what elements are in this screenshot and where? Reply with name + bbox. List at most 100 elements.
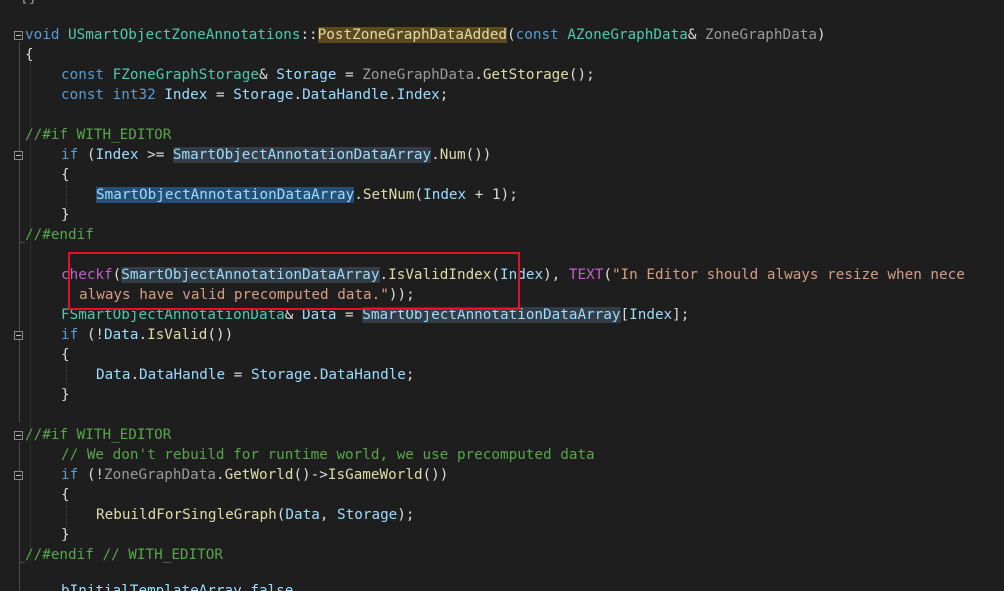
code-line-comment: //#if WITH_EDITOR [25, 127, 172, 143]
operator-token: >= [138, 147, 173, 163]
keyword-token: const [515, 27, 568, 43]
string-token: "In Editor should always resize when nec… [611, 267, 965, 283]
operator-token: = [336, 67, 363, 83]
code-line-function-signature: void USmartObjectZoneAnnotations::PostZo… [25, 25, 826, 45]
code-line-assign: Data.DataHandle = Storage.DataHandle; [96, 365, 415, 385]
collapse-region-icon[interactable] [14, 431, 23, 440]
code-line-if-gameworld: if (!ZoneGraphData.GetWorld()->IsGameWor… [61, 465, 448, 485]
operator-token: (); [568, 67, 595, 83]
operator-token: = [225, 367, 251, 383]
code-line-comment: //#if WITH_EDITOR [25, 427, 172, 443]
code-line-comment: // We don't rebuild for runtime world, w… [61, 447, 595, 463]
variable-token: Index [423, 187, 467, 203]
operator-token: ()) [465, 147, 492, 163]
function-call-token: IsValid [147, 327, 208, 343]
member-token: DataHandle [139, 367, 226, 383]
operator-token: . [354, 187, 363, 203]
code-line-brace: } [61, 387, 70, 403]
collapse-if-icon[interactable] [14, 471, 23, 480]
operator-token: (! [78, 327, 105, 343]
keyword-token: const [61, 67, 113, 83]
parameter-token: ZoneGraphData [705, 27, 817, 43]
operator-token: , [319, 507, 338, 523]
operator-token: ), [543, 267, 569, 283]
operator-token: ()-> [293, 467, 328, 483]
operator-token: (! [78, 467, 105, 483]
paren-token: ( [507, 27, 516, 43]
keyword-token: if [61, 147, 79, 163]
operator-token: & [687, 27, 706, 43]
code-line-comment: //#endif // WITH_EDITOR [25, 547, 223, 563]
class-name-token: USmartObjectZoneAnnotations [68, 27, 301, 43]
variable-token: Data [104, 327, 139, 343]
operator-token: & [258, 67, 277, 83]
variable-token: Data [285, 507, 320, 523]
variable-token: Data [96, 367, 131, 383]
function-call-token: RebuildForSingleGraph [96, 507, 277, 523]
paren-token: ) [816, 27, 826, 43]
code-line-brace: { [25, 47, 34, 63]
collapse-if-icon[interactable] [14, 151, 23, 160]
code-line-setnum: SmartObjectAnnotationDataArray.SetNum(In… [96, 185, 518, 205]
variable-token: Index [95, 147, 139, 163]
variable-token: Storage [337, 507, 398, 523]
keyword-token: const [61, 87, 113, 103]
parameter-token: ZoneGraphData [362, 67, 475, 83]
code-line-fragment: [} [20, 0, 37, 8]
code-line-if-num: if (Index >= SmartObjectAnnotationDataAr… [61, 145, 491, 165]
operator-token: ; [405, 367, 415, 383]
operator-token: . [138, 327, 148, 343]
variable-token: Storage [276, 67, 337, 83]
code-line-brace: { [61, 347, 70, 363]
collapse-function-icon[interactable] [14, 31, 23, 40]
type-token: AZoneGraphData [567, 27, 688, 43]
operator-token: + 1); [466, 187, 518, 203]
code-line-brace: } [61, 527, 70, 543]
operator-token: [ [620, 307, 630, 323]
function-call-token: GetStorage [482, 67, 569, 83]
operator-token: . [311, 367, 320, 383]
operator-token: . [130, 367, 140, 383]
operator-token: ); [397, 507, 415, 523]
fold-gutter-line [19, 42, 20, 422]
annotation-highlight-box [68, 252, 520, 310]
operator-token: = [207, 87, 234, 103]
reference-highlight-token: SmartObjectAnnotationDataArray [172, 147, 432, 163]
code-line-brace: } [61, 207, 70, 223]
code-line-brace: { [61, 167, 70, 183]
operator-token: ( [414, 187, 424, 203]
selected-text-token[interactable]: SmartObjectAnnotationDataArray [96, 187, 355, 203]
code-editor[interactable]: [} void USmartObjectZoneAnnotations::Pos… [0, 0, 1004, 591]
keyword-token: void [25, 27, 69, 43]
operator-token: ]; [672, 307, 690, 323]
parameter-token: ZoneGraphData [104, 467, 216, 483]
code-line-comment: //#endif [25, 227, 94, 243]
scope-operator: :: [300, 27, 318, 43]
operator-token: ; [439, 87, 449, 103]
variable-token: Index [164, 87, 208, 103]
operator-token: ()) [207, 327, 234, 343]
function-call-token: GetWorld [224, 467, 294, 483]
function-call-token: Num [439, 147, 466, 163]
macro-token: TEXT [568, 267, 604, 283]
code-line-brace: { [61, 487, 70, 503]
function-name-token: PostZoneGraphDataAdded [317, 27, 508, 43]
operator-token: . [215, 467, 225, 483]
type-token: FZoneGraphStorage [112, 67, 259, 83]
fold-gutter-line [19, 442, 20, 591]
member-token: DataHandle [302, 87, 389, 103]
collapse-if-icon[interactable] [14, 331, 23, 340]
variable-token: Storage [250, 367, 312, 383]
function-call-token: IsGameWorld [327, 467, 423, 483]
member-token: Index [396, 87, 440, 103]
code-line-storage-decl: const FZoneGraphStorage& Storage = ZoneG… [61, 65, 595, 85]
member-token: DataHandle [319, 367, 406, 383]
code-line-index-decl: const int32 Index = Storage.DataHandle.I… [61, 85, 448, 105]
operator-token: ()) [422, 467, 449, 483]
function-call-token: SetNum [362, 187, 415, 203]
operator-token: . [293, 87, 303, 103]
keyword-token: if [61, 327, 79, 343]
variable-token: Index [629, 307, 673, 323]
operator-token: . [474, 67, 483, 83]
keyword-token: if [61, 467, 79, 483]
